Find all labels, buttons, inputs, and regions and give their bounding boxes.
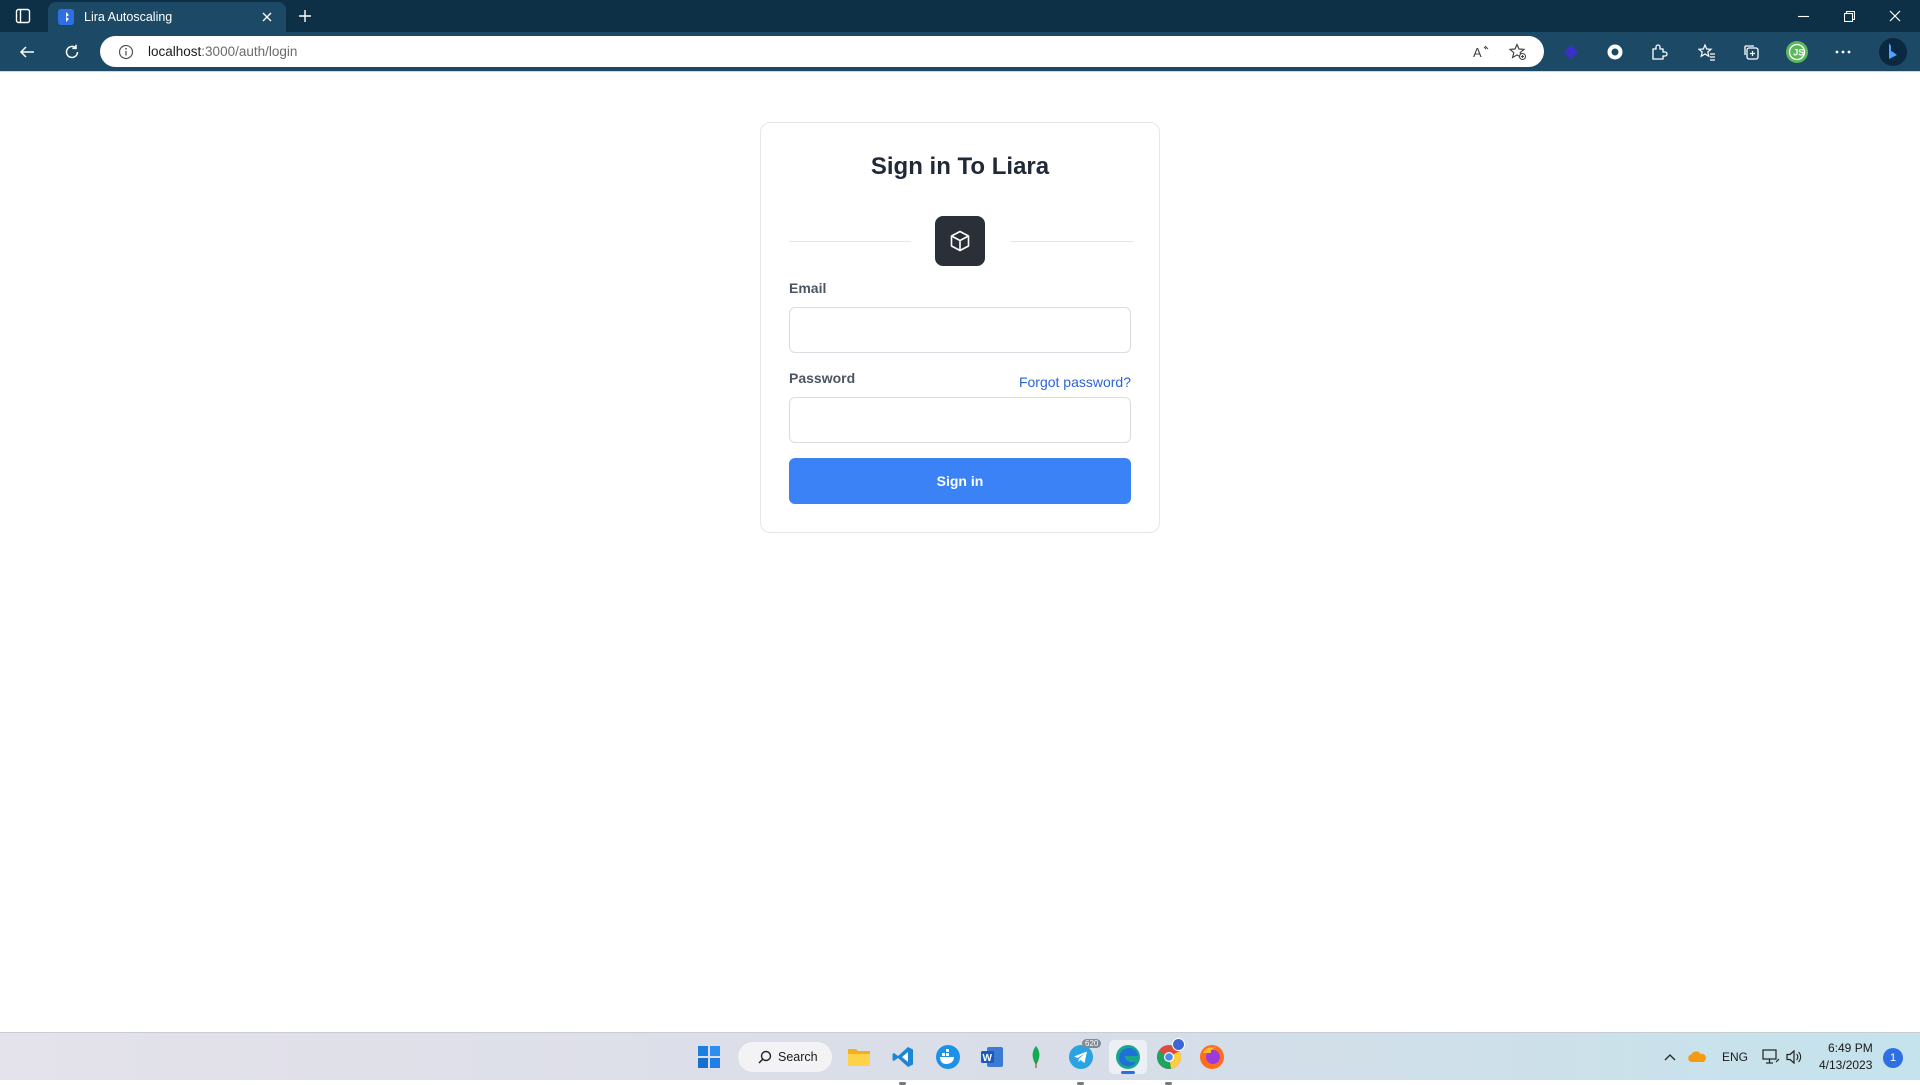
close-window-icon[interactable]	[1872, 0, 1918, 32]
clock-date[interactable]: 4/13/2023	[1819, 1058, 1872, 1072]
add-favorite-icon[interactable]	[1508, 42, 1528, 62]
page-title: Sign in To Liara	[870, 153, 1050, 180]
tab-title: Lira Autoscaling	[84, 10, 173, 24]
extension-purple-icon[interactable]	[1558, 39, 1584, 65]
notification-badge[interactable]: 1	[1883, 1048, 1903, 1068]
back-icon[interactable]	[11, 36, 43, 68]
language-indicator[interactable]: ENG	[1722, 1050, 1748, 1064]
network-icon[interactable]	[1759, 1042, 1783, 1072]
email-field[interactable]	[789, 307, 1131, 353]
url-path: :3000/auth/login	[201, 44, 298, 59]
extensions-puzzle-icon[interactable]	[1646, 39, 1672, 65]
favorites-icon[interactable]	[1694, 39, 1720, 65]
extension-circle-icon[interactable]	[1602, 39, 1628, 65]
sign-in-button[interactable]: Sign in	[789, 458, 1131, 504]
forgot-password-link[interactable]: Forgot password?	[1019, 374, 1131, 390]
browser-tab-active[interactable]: Lira Autoscaling	[48, 2, 286, 32]
svg-text:JS: JS	[1793, 48, 1804, 58]
email-label: Email	[789, 280, 827, 296]
telegram-badge: 620	[1082, 1039, 1102, 1048]
collections-icon[interactable]	[1738, 39, 1764, 65]
chrome-profile-badge	[1172, 1038, 1185, 1051]
start-windows-icon[interactable]	[694, 1042, 724, 1072]
login-card: Sign in To Liara Email Password Forgot p…	[760, 122, 1160, 533]
url-text: localhost:3000/auth/login	[148, 44, 297, 59]
address-bar[interactable]: localhost:3000/auth/login A	[100, 36, 1544, 67]
profile-avatar-icon[interactable]: JS	[1784, 39, 1810, 65]
taskbar-search[interactable]: Search	[737, 1041, 833, 1073]
search-label: Search	[778, 1050, 818, 1064]
restore-icon[interactable]	[1826, 0, 1872, 32]
chrome-icon[interactable]	[1154, 1038, 1185, 1085]
more-options-icon[interactable]	[1830, 39, 1856, 65]
taskbar: Search W 620 ENG 6:49 PM 4/13/2023 1	[0, 1032, 1920, 1085]
show-hidden-icons-chevron-up-icon[interactable]	[1660, 1042, 1680, 1072]
firefox-icon[interactable]	[1197, 1042, 1227, 1072]
docker-icon[interactable]	[933, 1042, 963, 1072]
url-host: localhost	[148, 44, 202, 59]
tab-favicon-icon	[58, 9, 74, 25]
read-aloud-icon[interactable]: A	[1472, 42, 1492, 62]
password-label: Password	[789, 370, 856, 386]
file-explorer-icon[interactable]	[844, 1042, 874, 1072]
site-info-icon[interactable]	[118, 44, 134, 60]
refresh-icon[interactable]	[56, 36, 88, 68]
vscode-icon[interactable]	[888, 1042, 918, 1085]
search-icon	[758, 1050, 772, 1064]
new-tab-icon[interactable]	[292, 5, 318, 27]
edge-icon[interactable]	[1109, 1040, 1147, 1074]
svg-text:W: W	[983, 1053, 993, 1064]
browser-titlebar: Lira Autoscaling	[0, 0, 1920, 32]
cube-icon	[950, 230, 970, 252]
bing-copilot-icon[interactable]	[1878, 37, 1908, 67]
volume-icon[interactable]	[1782, 1042, 1806, 1072]
mongodb-icon[interactable]	[1021, 1042, 1051, 1072]
password-field[interactable]	[789, 397, 1131, 443]
divider-right	[1011, 241, 1133, 242]
app-logo	[935, 216, 985, 266]
svg-text:A: A	[1473, 45, 1482, 59]
tab-close-icon[interactable]	[258, 8, 276, 26]
word-icon[interactable]: W	[977, 1042, 1007, 1072]
browser-toolbar: localhost:3000/auth/login A JS	[0, 32, 1920, 71]
minimize-icon[interactable]	[1780, 0, 1826, 32]
tab-actions-icon[interactable]	[10, 5, 36, 27]
telegram-icon[interactable]: 620	[1066, 1039, 1102, 1085]
chrome-divider	[0, 71, 1920, 72]
clock-time[interactable]: 6:49 PM	[1828, 1041, 1873, 1055]
onedrive-cloud-icon[interactable]	[1685, 1042, 1709, 1072]
divider-left	[789, 241, 911, 242]
